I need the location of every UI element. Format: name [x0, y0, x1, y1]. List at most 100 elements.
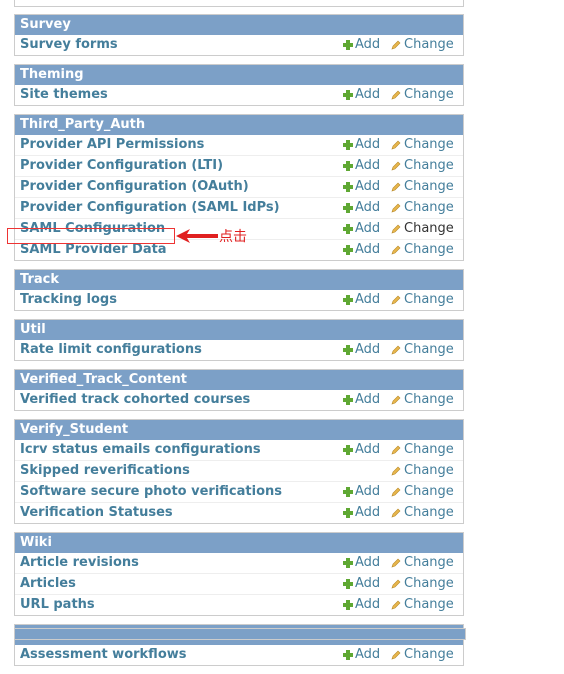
change-link[interactable]: Change: [391, 595, 463, 615]
plus-icon: [343, 203, 353, 213]
change-link[interactable]: Change: [391, 390, 463, 410]
module-header[interactable]: Verified_Track_Content: [15, 370, 463, 390]
plus-icon: [343, 487, 353, 497]
model-link[interactable]: URL paths: [15, 595, 343, 615]
plus-icon: [343, 90, 353, 100]
change-link[interactable]: Change: [391, 645, 463, 665]
change-link[interactable]: Change: [391, 85, 463, 105]
module-header[interactable]: Wiki: [15, 533, 463, 553]
change-link[interactable]: Change: [391, 35, 463, 55]
pencil-icon: [391, 203, 401, 213]
add-link[interactable]: Add: [343, 198, 391, 218]
module-wiki: Wiki Article revisions Add Change Articl…: [14, 532, 464, 616]
pencil-icon: [391, 161, 401, 171]
add-link[interactable]: Add: [343, 553, 391, 573]
model-link[interactable]: Icrv status emails configurations: [15, 440, 343, 460]
model-link[interactable]: Provider Configuration (SAML IdPs): [15, 198, 343, 218]
add-link[interactable]: Add: [343, 35, 391, 55]
change-link[interactable]: Change: [391, 290, 463, 310]
module-header[interactable]: Third_Party_Auth: [15, 115, 463, 135]
add-link[interactable]: Add: [343, 135, 391, 155]
model-row: Provider Configuration (SAML IdPs) Add C…: [15, 198, 463, 219]
module-header[interactable]: Theming: [15, 65, 463, 85]
change-link[interactable]: Change: [391, 553, 463, 573]
pencil-icon: [391, 466, 401, 476]
module-header[interactable]: Track: [15, 270, 463, 290]
model-row: Tracking logs Add Change: [15, 290, 463, 310]
add-link[interactable]: Add: [343, 482, 391, 502]
plus-icon: [343, 600, 353, 610]
add-link[interactable]: Add: [343, 290, 391, 310]
model-link[interactable]: Verified track cohorted courses: [15, 390, 343, 410]
add-link[interactable]: Add: [343, 219, 391, 239]
change-link[interactable]: Change: [391, 156, 463, 176]
model-row: URL paths Add Change: [15, 595, 463, 615]
pencil-icon: [391, 395, 401, 405]
model-row: Provider Configuration (OAuth) Add Chang…: [15, 177, 463, 198]
pencil-icon: [391, 345, 401, 355]
pencil-icon: [391, 140, 401, 150]
module-header[interactable]: Util: [15, 320, 463, 340]
module-header[interactable]: Survey: [15, 15, 463, 35]
module-verify-student: Verify_Student Icrv status emails config…: [14, 419, 464, 524]
add-link[interactable]: Add: [343, 340, 391, 360]
model-link[interactable]: Software secure photo verifications: [15, 482, 343, 502]
add-link[interactable]: Add: [343, 645, 391, 665]
module-util: Util Rate limit configurations Add Chang…: [14, 319, 464, 361]
pencil-icon: [391, 40, 401, 50]
model-link[interactable]: Rate limit configurations: [15, 340, 343, 360]
model-row: Icrv status emails configurations Add Ch…: [15, 440, 463, 461]
annotation-arrow-icon: [176, 229, 218, 243]
add-link[interactable]: Add: [343, 85, 391, 105]
change-link[interactable]: Change: [391, 440, 463, 460]
pencil-icon: [391, 487, 401, 497]
add-link[interactable]: Add: [343, 177, 391, 197]
plus-icon: [343, 395, 353, 405]
add-link[interactable]: Add: [343, 390, 391, 410]
model-link[interactable]: Tracking logs: [15, 290, 343, 310]
add-link[interactable]: Add: [343, 595, 391, 615]
plus-icon: [343, 445, 353, 455]
model-link[interactable]: Verification Statuses: [15, 503, 343, 523]
admin-app-list: Survey Survey forms Add Change Theming S…: [14, 0, 464, 674]
plus-icon: [343, 182, 353, 192]
change-link[interactable]: Change: [391, 198, 463, 218]
add-link[interactable]: Add: [343, 503, 391, 523]
model-link[interactable]: Survey forms: [15, 35, 343, 55]
pencil-icon: [391, 182, 401, 192]
model-row: Provider Configuration (LTI) Add Change: [15, 156, 463, 177]
model-link[interactable]: Site themes: [15, 85, 343, 105]
change-link[interactable]: Change: [391, 240, 463, 260]
add-link[interactable]: Add: [343, 440, 391, 460]
model-row: Survey forms Add Change: [15, 35, 463, 55]
model-row: Skipped reverifications Change: [15, 461, 463, 482]
change-link[interactable]: Change: [391, 503, 463, 523]
add-link[interactable]: Add: [343, 240, 391, 260]
change-link[interactable]: Change: [391, 482, 463, 502]
add-link[interactable]: Add: [343, 574, 391, 594]
model-row: Provider API Permissions Add Change: [15, 135, 463, 156]
pencil-icon: [391, 650, 401, 660]
change-link[interactable]: Change: [391, 340, 463, 360]
model-row: Assessment workflows Add Change: [15, 645, 463, 665]
pencil-icon: [391, 508, 401, 518]
module-header[interactable]: Verify_Student: [15, 420, 463, 440]
model-link[interactable]: Article revisions: [15, 553, 343, 573]
model-link[interactable]: Skipped reverifications: [15, 461, 343, 481]
change-link[interactable]: Change: [391, 461, 463, 481]
plus-icon: [343, 650, 353, 660]
module-verified-track-content: Verified_Track_Content Verified track co…: [14, 369, 464, 411]
change-link[interactable]: Change: [391, 219, 463, 239]
add-link[interactable]: Add: [343, 156, 391, 176]
change-link[interactable]: Change: [391, 177, 463, 197]
change-link[interactable]: Change: [391, 574, 463, 594]
model-link[interactable]: Provider Configuration (OAuth): [15, 177, 343, 197]
model-link[interactable]: Assessment workflows: [15, 645, 343, 665]
model-row: Verification Statuses Add Change: [15, 503, 463, 523]
model-link[interactable]: Provider Configuration (LTI): [15, 156, 343, 176]
model-link[interactable]: Articles: [15, 574, 343, 594]
annotation-highlight-box: [7, 228, 175, 244]
pencil-icon: [391, 558, 401, 568]
change-link[interactable]: Change: [391, 135, 463, 155]
model-link[interactable]: Provider API Permissions: [15, 135, 343, 155]
